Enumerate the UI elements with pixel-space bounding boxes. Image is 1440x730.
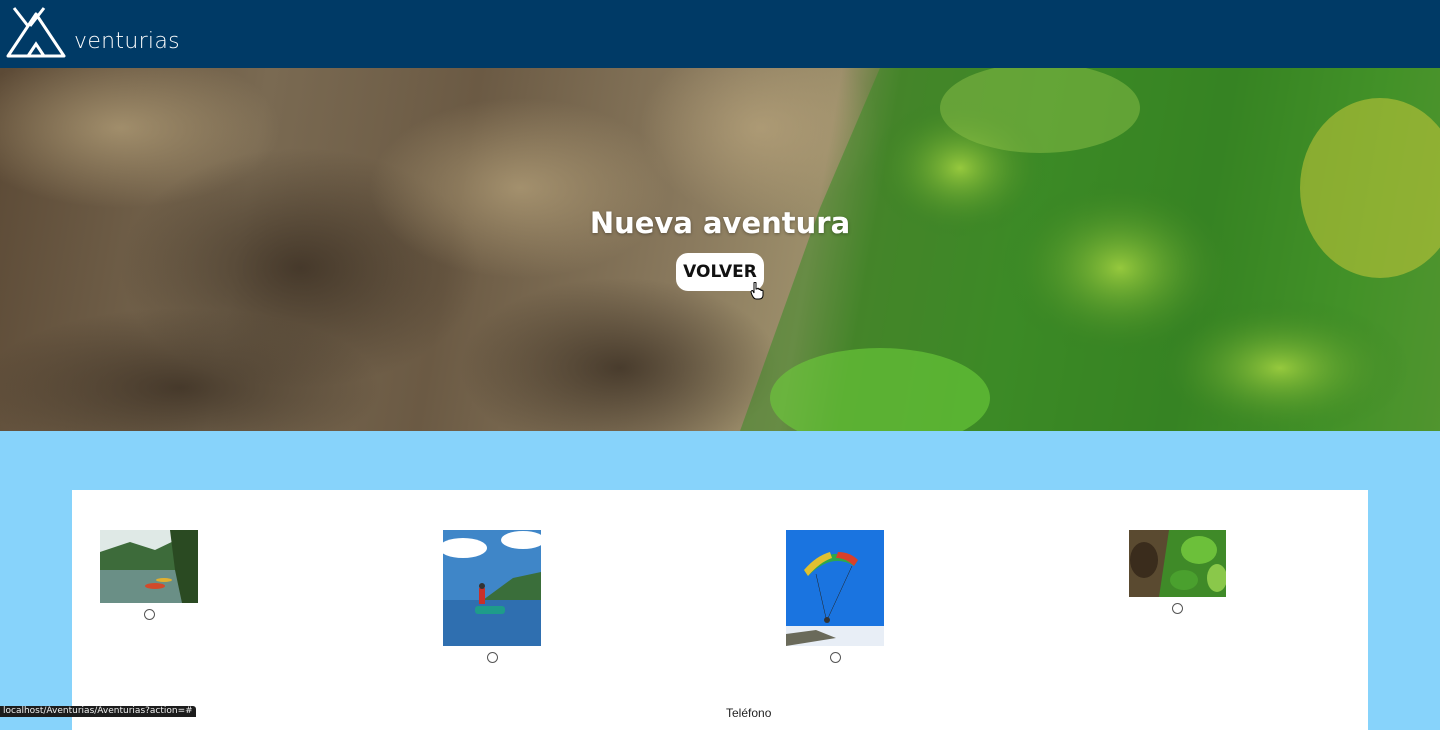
adventure-option-canyon <box>1129 530 1226 614</box>
jetski-lake-photo[interactable] <box>443 530 541 646</box>
hero-background-image <box>0 68 1440 431</box>
canyon-forest-photo[interactable] <box>1129 530 1226 597</box>
kayak-radio[interactable] <box>143 609 155 620</box>
brand-logo-link[interactable]: venturias <box>6 6 180 58</box>
brand-name: venturias <box>74 29 180 54</box>
paragliding-radio[interactable] <box>829 652 841 663</box>
tent-icon <box>6 6 66 58</box>
top-navbar: venturias <box>0 0 1440 68</box>
phone-label: Teléfono <box>726 706 772 720</box>
jetski-radio[interactable] <box>486 652 498 663</box>
hand-cursor-icon <box>750 281 764 305</box>
paragliding-sky-photo[interactable] <box>786 530 884 646</box>
hero-banner: Nueva aventura VOLVER <box>0 68 1440 431</box>
adventure-form-panel: Teléfono <box>72 490 1368 730</box>
browser-status-url: localhost/Aventurias/Aventurias?action=# <box>0 706 196 717</box>
kayak-river-photo[interactable] <box>100 530 198 603</box>
canyon-radio[interactable] <box>1172 603 1183 614</box>
adventure-option-paragliding <box>786 530 884 663</box>
adventure-option-jetski <box>443 530 541 663</box>
page-title: Nueva aventura <box>589 206 851 240</box>
adventure-option-kayak <box>100 530 198 620</box>
